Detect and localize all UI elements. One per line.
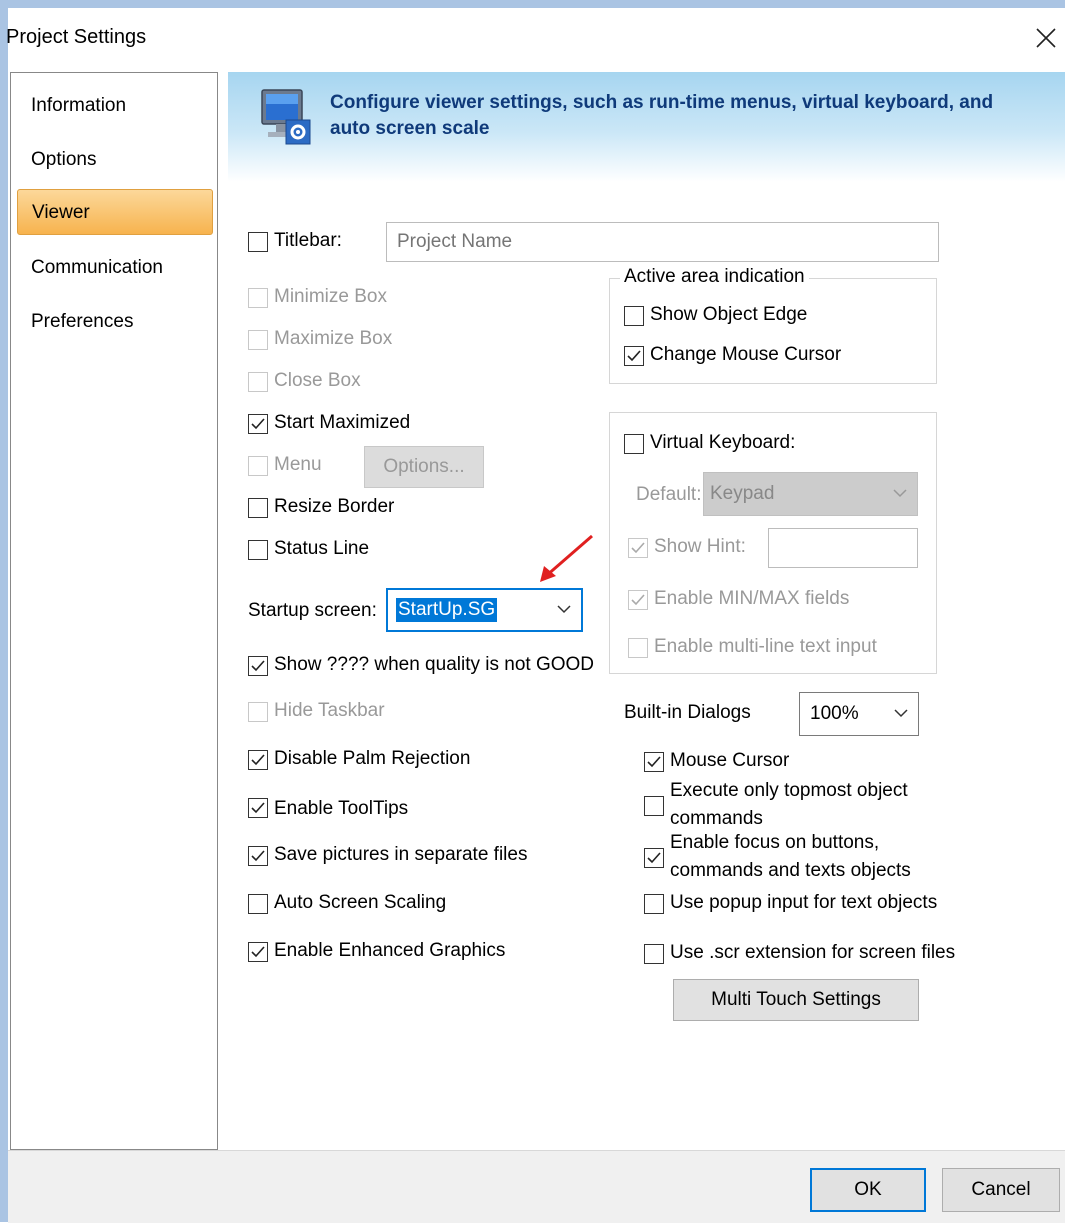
mouse-cursor-label: Mouse Cursor bbox=[670, 750, 790, 771]
popup-input-checkbox[interactable] bbox=[644, 894, 664, 914]
checkmark-icon bbox=[631, 542, 645, 554]
keyboard-default-value: Keypad bbox=[710, 483, 775, 504]
auto-scaling-checkbox[interactable] bbox=[248, 894, 268, 914]
multiline-checkbox bbox=[628, 638, 648, 658]
cancel-button[interactable]: Cancel bbox=[942, 1168, 1060, 1212]
checkmark-icon bbox=[251, 660, 265, 672]
checkmark-icon bbox=[631, 594, 645, 606]
maximize-box-label: Maximize Box bbox=[274, 328, 393, 349]
min-max-checkbox bbox=[628, 590, 648, 610]
minimize-box-label: Minimize Box bbox=[274, 286, 387, 307]
startup-screen-select[interactable]: StartUp.SG bbox=[386, 588, 583, 632]
nav-item-communication[interactable]: Communication bbox=[17, 245, 213, 291]
topmost-checkbox[interactable] bbox=[644, 796, 664, 816]
title-bar bbox=[8, 8, 1065, 72]
scr-extension-label: Use .scr extension for screen files bbox=[670, 942, 956, 963]
focus-label-line2: commands and texts objects bbox=[670, 860, 911, 881]
status-line-label: Status Line bbox=[274, 538, 370, 559]
category-list: Information Options Viewer Communication… bbox=[10, 72, 218, 1150]
checkmark-icon bbox=[251, 850, 265, 862]
mouse-cursor-checkbox[interactable] bbox=[644, 752, 664, 772]
scr-extension-checkbox[interactable] bbox=[644, 944, 664, 964]
enhanced-graphics-label: Enable Enhanced Graphics bbox=[274, 940, 506, 961]
builtin-dialogs-value: 100% bbox=[810, 703, 859, 724]
auto-scaling-label: Auto Screen Scaling bbox=[274, 892, 447, 913]
checkmark-icon bbox=[251, 754, 265, 766]
show-object-edge-label: Show Object Edge bbox=[650, 304, 808, 325]
active-area-title: Active area indication bbox=[620, 266, 809, 288]
keyboard-default-select: Keypad bbox=[703, 472, 918, 516]
checkmark-icon bbox=[647, 852, 661, 864]
popup-input-label: Use popup input for text objects bbox=[670, 892, 938, 913]
menu-checkbox bbox=[248, 456, 268, 476]
show-hint-label: Show Hint: bbox=[654, 536, 746, 557]
builtin-dialogs-label: Built-in Dialogs bbox=[624, 702, 751, 723]
resize-border-label: Resize Border bbox=[274, 496, 395, 517]
titlebar-label: Titlebar: bbox=[274, 230, 342, 251]
hide-taskbar-checkbox bbox=[248, 702, 268, 722]
window-top-border bbox=[0, 0, 1065, 8]
monitor-settings-icon bbox=[258, 88, 314, 150]
show-object-edge-checkbox[interactable] bbox=[624, 306, 644, 326]
checkmark-icon bbox=[647, 756, 661, 768]
multiline-label: Enable multi-line text input bbox=[654, 636, 877, 657]
minimize-box-checkbox bbox=[248, 288, 268, 308]
virtual-keyboard-checkbox[interactable] bbox=[624, 434, 644, 454]
virtual-keyboard-label: Virtual Keyboard: bbox=[650, 432, 796, 454]
close-box-label: Close Box bbox=[274, 370, 361, 391]
checkmark-icon bbox=[251, 802, 265, 814]
checkmark-icon bbox=[251, 946, 265, 958]
keyboard-default-label: Default: bbox=[636, 484, 702, 505]
show-hint-checkbox bbox=[628, 538, 648, 558]
titlebar-checkbox[interactable] bbox=[248, 232, 268, 252]
focus-checkbox[interactable] bbox=[644, 848, 664, 868]
show-hint-input bbox=[768, 528, 918, 568]
save-pictures-label: Save pictures in separate files bbox=[274, 844, 528, 865]
enhanced-graphics-checkbox[interactable] bbox=[248, 942, 268, 962]
banner-description: Configure viewer settings, such as run-t… bbox=[330, 92, 994, 139]
palm-rejection-checkbox[interactable] bbox=[248, 750, 268, 770]
arrow-icon bbox=[540, 534, 593, 582]
maximize-box-checkbox bbox=[248, 330, 268, 350]
nav-item-preferences[interactable]: Preferences bbox=[17, 299, 213, 345]
builtin-dialogs-select[interactable]: 100% bbox=[799, 692, 919, 736]
tooltips-checkbox[interactable] bbox=[248, 798, 268, 818]
window-title: Project Settings bbox=[6, 26, 147, 48]
chevron-down-icon bbox=[894, 709, 908, 718]
menu-label: Menu bbox=[274, 454, 322, 475]
checkmark-icon bbox=[627, 350, 641, 362]
close-icon[interactable] bbox=[1030, 20, 1062, 60]
options-button: Options... bbox=[364, 446, 484, 488]
start-maximized-checkbox[interactable] bbox=[248, 414, 268, 434]
tooltips-label: Enable ToolTips bbox=[274, 798, 409, 819]
focus-label-line1: Enable focus on buttons, bbox=[670, 832, 880, 853]
show-quality-label: Show ???? when quality is not GOOD bbox=[274, 654, 595, 675]
titlebar-input[interactable] bbox=[386, 222, 939, 262]
window-left-border bbox=[0, 8, 8, 1222]
topmost-label-line1: Execute only topmost object bbox=[670, 780, 908, 801]
status-line-checkbox[interactable] bbox=[248, 540, 268, 560]
ok-button[interactable]: OK bbox=[810, 1168, 926, 1212]
close-box-checkbox bbox=[248, 372, 268, 392]
checkmark-icon bbox=[251, 418, 265, 430]
nav-item-options[interactable]: Options bbox=[17, 137, 213, 183]
nav-item-information[interactable]: Information bbox=[17, 83, 213, 129]
nav-item-viewer[interactable]: Viewer bbox=[17, 189, 213, 235]
topmost-label-line2: commands bbox=[670, 808, 763, 829]
hide-taskbar-label: Hide Taskbar bbox=[274, 700, 385, 721]
palm-rejection-label: Disable Palm Rejection bbox=[274, 748, 471, 769]
min-max-label: Enable MIN/MAX fields bbox=[654, 588, 850, 609]
save-pictures-checkbox[interactable] bbox=[248, 846, 268, 866]
start-maximized-label: Start Maximized bbox=[274, 412, 411, 433]
resize-border-checkbox[interactable] bbox=[248, 498, 268, 518]
change-mouse-cursor-label: Change Mouse Cursor bbox=[650, 344, 842, 365]
chevron-down-icon bbox=[557, 605, 571, 614]
startup-screen-label: Startup screen: bbox=[248, 600, 377, 621]
active-area-group bbox=[609, 278, 937, 384]
change-mouse-cursor-checkbox[interactable] bbox=[624, 346, 644, 366]
chevron-down-icon bbox=[893, 489, 907, 498]
multi-touch-settings-button[interactable]: Multi Touch Settings bbox=[673, 979, 919, 1021]
show-quality-checkbox[interactable] bbox=[248, 656, 268, 676]
startup-screen-value: StartUp.SG bbox=[396, 598, 498, 622]
